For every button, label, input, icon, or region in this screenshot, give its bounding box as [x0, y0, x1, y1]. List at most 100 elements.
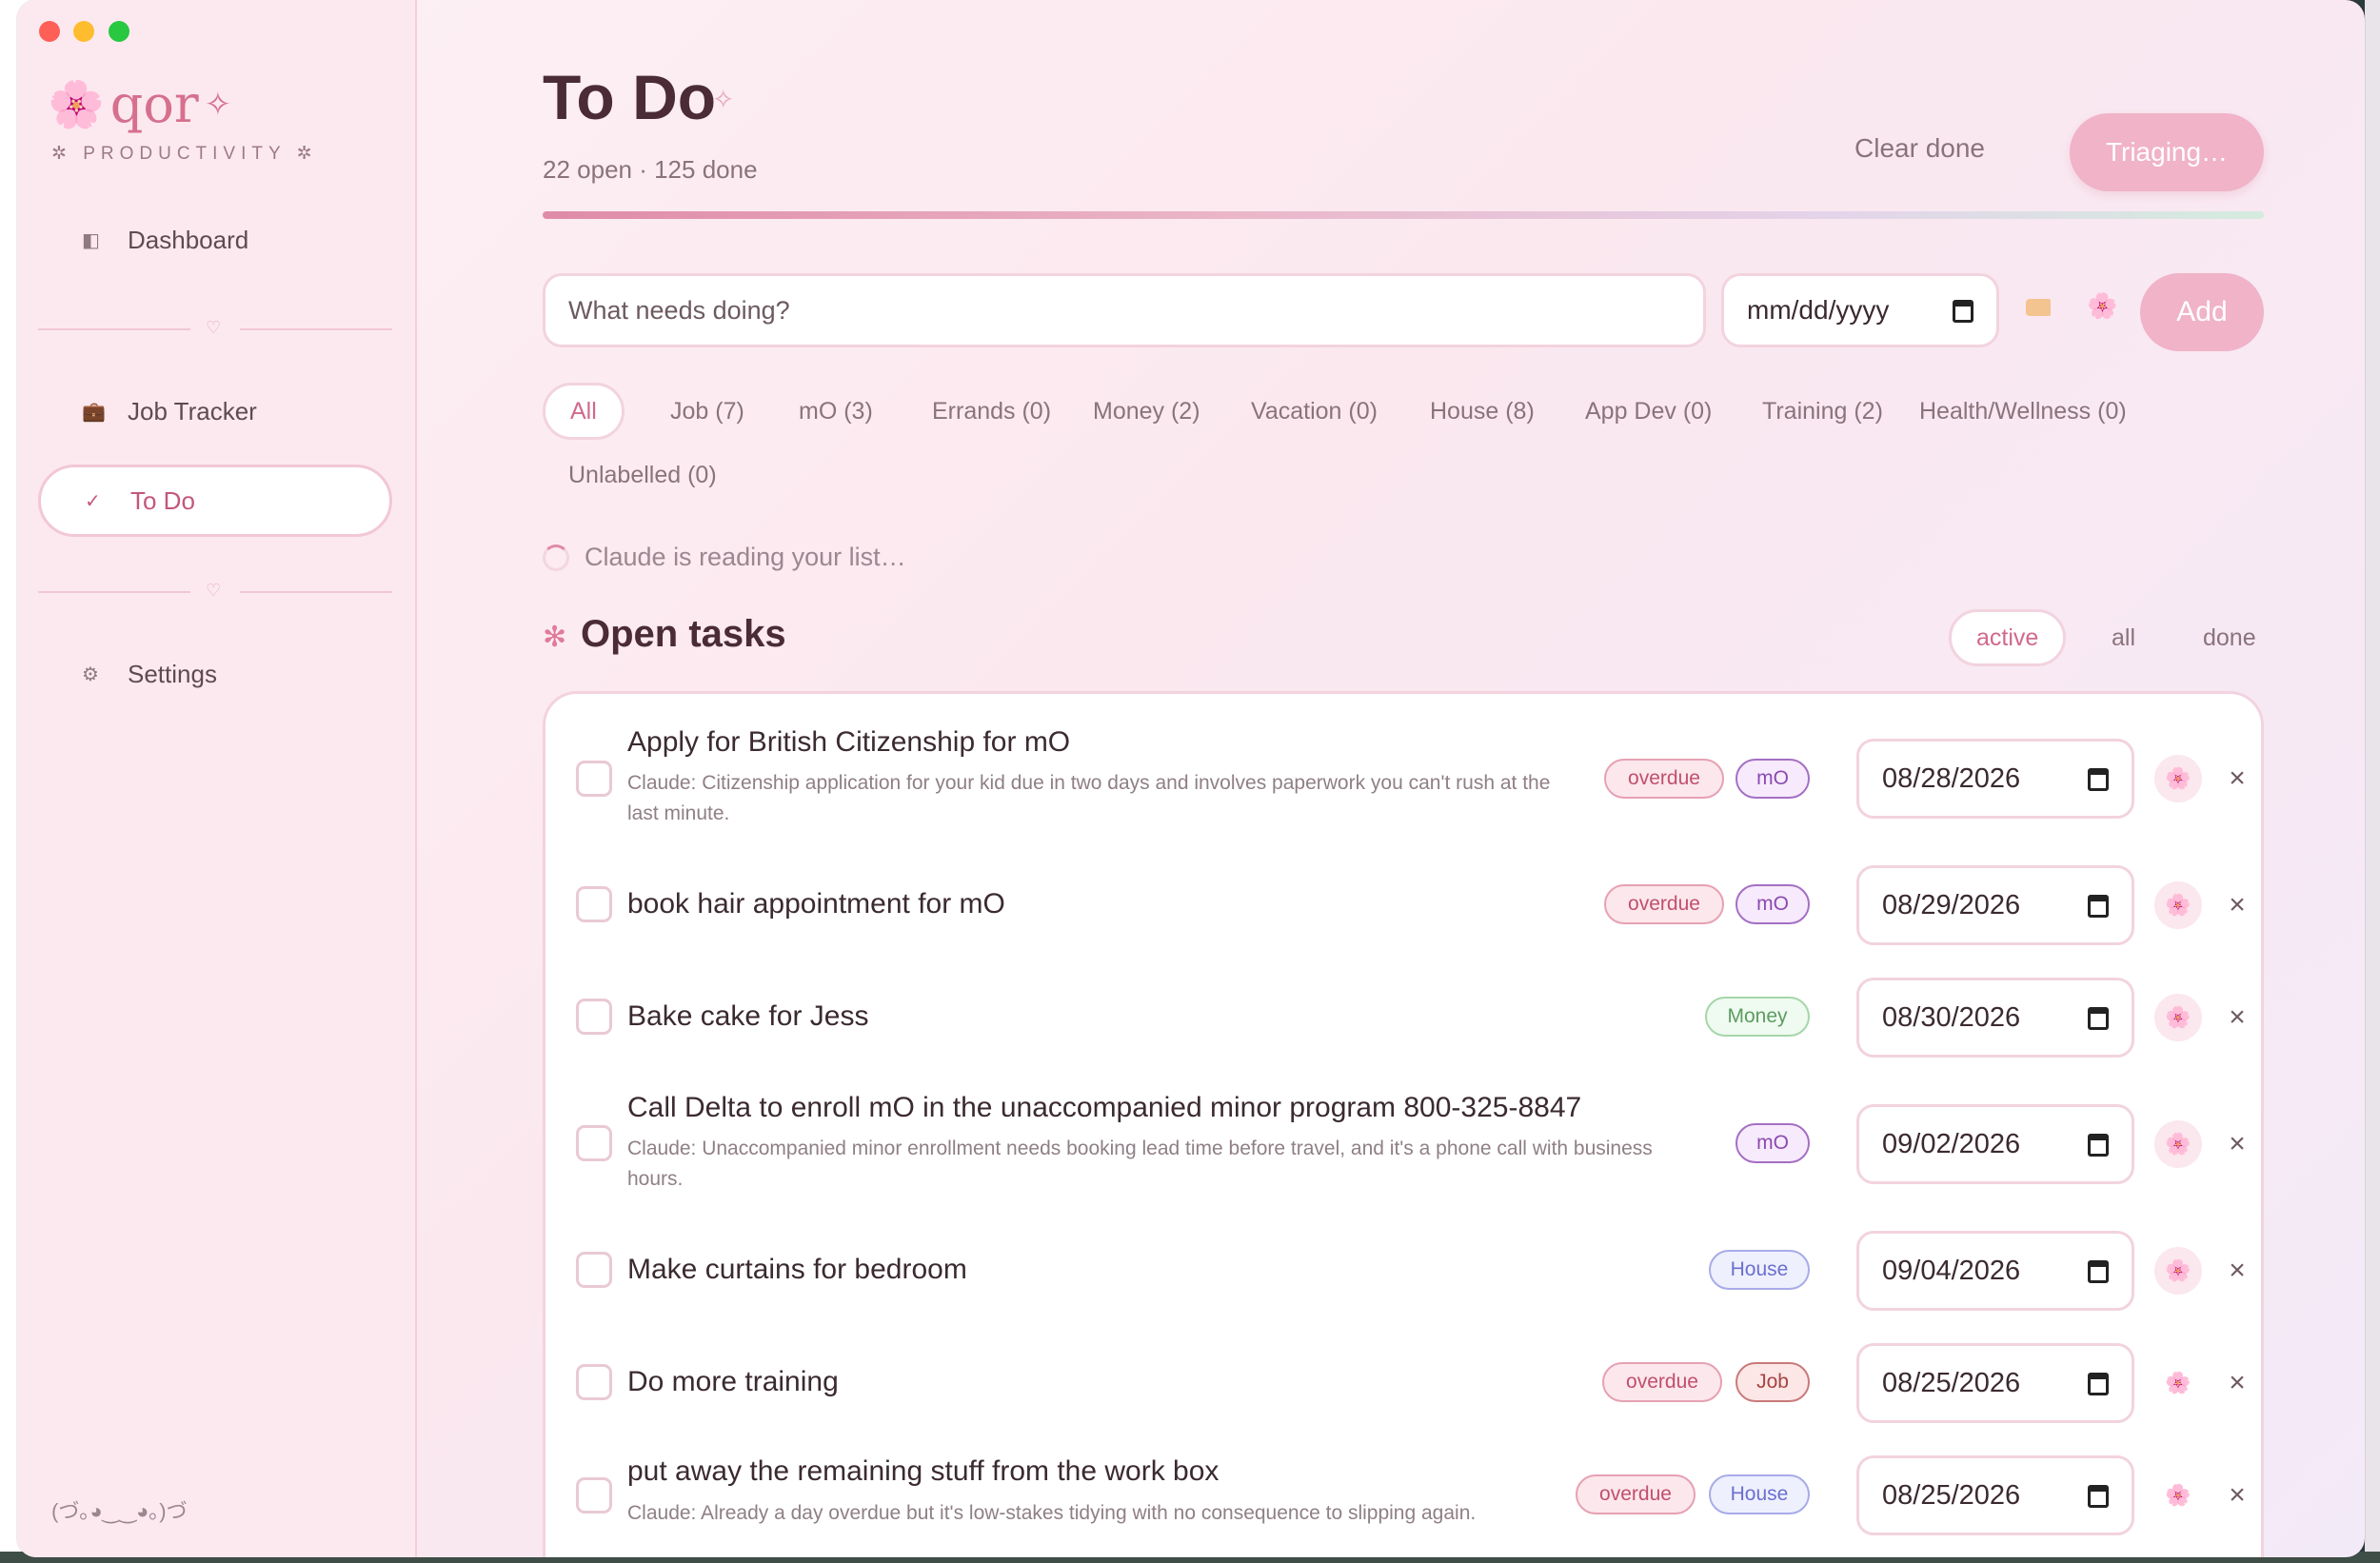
sidebar-item-label: Settings	[128, 659, 217, 688]
filter-job[interactable]: Job (7)	[645, 383, 769, 440]
task-checkbox[interactable]	[576, 886, 612, 922]
task-title[interactable]: Apply for British Citizenship for mO	[627, 726, 1070, 759]
new-task-input[interactable]: What needs doing?	[543, 273, 1706, 347]
view-all[interactable]: all	[2087, 609, 2160, 666]
close-icon[interactable]: ×	[2221, 1367, 2253, 1399]
calendar-icon	[2088, 1007, 2109, 1030]
filter-money[interactable]: Money (2)	[1068, 383, 1225, 440]
filter-health-wellness[interactable]: Health/Wellness (0)	[1894, 383, 2152, 440]
sidebar-item-dashboard[interactable]: ◧ Dashboard	[38, 204, 392, 276]
kaomoji-decoration: (づ｡◕‿‿◕｡)づ	[51, 1499, 188, 1523]
tag-badge[interactable]: House	[1709, 1474, 1810, 1514]
overdue-badge: overdue	[1602, 1362, 1722, 1402]
tag-badge[interactable]: mO	[1735, 884, 1810, 924]
overdue-badge: overdue	[1576, 1474, 1696, 1514]
task-claude-note: Claude: Unaccompanied minor enrollment n…	[627, 1138, 1653, 1190]
task-checkbox[interactable]	[576, 1364, 612, 1400]
clear-done-button[interactable]: Clear done	[1854, 133, 1985, 164]
filter-all[interactable]: All	[543, 383, 625, 440]
tag-badge[interactable]: Job	[1735, 1362, 1810, 1402]
desktop-background-right	[2365, 0, 2380, 1557]
loading-spinner-icon	[543, 544, 569, 571]
filter-mo[interactable]: mO (3)	[774, 383, 898, 440]
sidebar-item-to-do[interactable]: ✓ To Do	[38, 465, 392, 537]
cherry-blossom-icon[interactable]: 🌸	[2087, 291, 2117, 321]
new-task-date-input[interactable]: mm/dd/yyyy	[1721, 273, 1999, 347]
task-due-date[interactable]: 09/04/2026	[1856, 1231, 2134, 1311]
filter-vacation[interactable]: Vacation (0)	[1226, 383, 1402, 440]
due-date-value: 08/28/2026	[1882, 762, 2021, 794]
filter-unlabelled[interactable]: Unlabelled (0)	[544, 446, 742, 504]
sidebar-item-settings[interactable]: ⚙ Settings	[38, 638, 392, 710]
sparkle-icon: ✧	[712, 85, 735, 114]
close-icon[interactable]: ×	[2221, 889, 2253, 921]
add-task-button[interactable]: Add	[2140, 273, 2264, 351]
close-icon[interactable]: ×	[2221, 1479, 2253, 1512]
filter-app-dev[interactable]: App Dev (0)	[1560, 383, 1736, 440]
label-tag-icon[interactable]	[2026, 299, 2051, 316]
task-claude-note: Claude: Citizenship application for your…	[627, 772, 1551, 824]
task-title[interactable]: Call Delta to enroll mO in the unaccompa…	[627, 1092, 1581, 1124]
task-checkbox[interactable]	[576, 761, 612, 797]
task-title[interactable]: put away the remaining stuff from the wo…	[627, 1455, 1219, 1488]
task-checkbox[interactable]	[576, 1125, 612, 1161]
claude-status: Claude is reading your list…	[543, 543, 906, 572]
triage-button[interactable]: Triaging…	[2070, 113, 2264, 191]
task-due-date[interactable]: 08/29/2026	[1856, 865, 2134, 945]
date-placeholder: mm/dd/yyyy	[1747, 295, 1890, 325]
filter-house[interactable]: House (8)	[1405, 383, 1559, 440]
brand-logo: 🌸 qor ✧	[48, 74, 231, 134]
cherry-blossom-icon[interactable]: 🌸	[2154, 994, 2202, 1041]
view-done[interactable]: done	[2178, 609, 2281, 666]
filter-training[interactable]: Training (2)	[1737, 383, 1908, 440]
calendar-icon	[2088, 1260, 2109, 1283]
task-due-date[interactable]: 08/25/2026	[1856, 1455, 2134, 1535]
tag-badge[interactable]: mO	[1735, 1123, 1810, 1163]
task-title[interactable]: Do more training	[627, 1366, 839, 1398]
heart-icon: ♡	[206, 581, 222, 600]
task-checkbox[interactable]	[576, 999, 612, 1035]
task-title[interactable]: Bake cake for Jess	[627, 1000, 868, 1033]
task-due-date[interactable]: 08/30/2026	[1856, 978, 2134, 1058]
tag-badge[interactable]: House	[1709, 1250, 1810, 1290]
main-content: To Do ✧ 22 open · 125 done Clear done Tr…	[417, 0, 2365, 1557]
cherry-blossom-icon: 🌸	[48, 80, 105, 130]
cherry-blossom-icon[interactable]: 🌸	[2154, 1247, 2202, 1295]
task-checkbox[interactable]	[576, 1252, 612, 1288]
cherry-blossom-icon[interactable]: 🌸	[2154, 1359, 2202, 1407]
claude-status-text: Claude is reading your list…	[585, 543, 906, 571]
cherry-blossom-icon[interactable]: 🌸	[2154, 1472, 2202, 1519]
section-title: Open tasks	[581, 613, 786, 655]
progress-bar	[543, 211, 2264, 219]
briefcase-icon: 💼	[82, 401, 106, 423]
cherry-blossom-icon[interactable]: 🌸	[2154, 881, 2202, 929]
sidebar-item-label: Job Tracker	[128, 396, 257, 425]
task-due-date[interactable]: 09/02/2026	[1856, 1104, 2134, 1184]
tag-badge[interactable]: Money	[1705, 997, 1810, 1037]
close-icon[interactable]: ×	[2221, 1255, 2253, 1287]
task-due-date[interactable]: 08/25/2026	[1856, 1343, 2134, 1423]
close-icon[interactable]: ×	[2221, 1128, 2253, 1160]
zoom-window-button[interactable]	[109, 21, 129, 42]
task-due-date[interactable]: 08/28/2026	[1856, 739, 2134, 819]
tag-badge[interactable]: mO	[1735, 759, 1810, 799]
cherry-blossom-icon[interactable]: 🌸	[2154, 755, 2202, 802]
sparkle-icon: ✧	[204, 86, 232, 123]
view-active[interactable]: active	[1949, 609, 2067, 666]
close-icon[interactable]: ×	[2221, 762, 2253, 795]
sidebar-item-label: To Do	[130, 485, 195, 515]
due-date-value: 08/30/2026	[1882, 1001, 2021, 1033]
due-date-value: 08/29/2026	[1882, 889, 2021, 920]
due-date-value: 09/02/2026	[1882, 1128, 2021, 1159]
cherry-blossom-icon[interactable]: 🌸	[2154, 1120, 2202, 1168]
minimize-window-button[interactable]	[73, 21, 94, 42]
filter-errands[interactable]: Errands (0)	[907, 383, 1076, 440]
task-checkbox[interactable]	[576, 1477, 612, 1514]
task-title[interactable]: book hair appointment for mO	[627, 888, 1005, 920]
overdue-badge: overdue	[1604, 759, 1724, 799]
close-icon[interactable]: ×	[2221, 1001, 2253, 1034]
sidebar-divider: ♡	[38, 318, 392, 341]
sidebar-item-job-tracker[interactable]: 💼 Job Tracker	[38, 375, 392, 447]
close-window-button[interactable]	[39, 21, 60, 42]
task-title[interactable]: Make curtains for bedroom	[627, 1254, 967, 1286]
